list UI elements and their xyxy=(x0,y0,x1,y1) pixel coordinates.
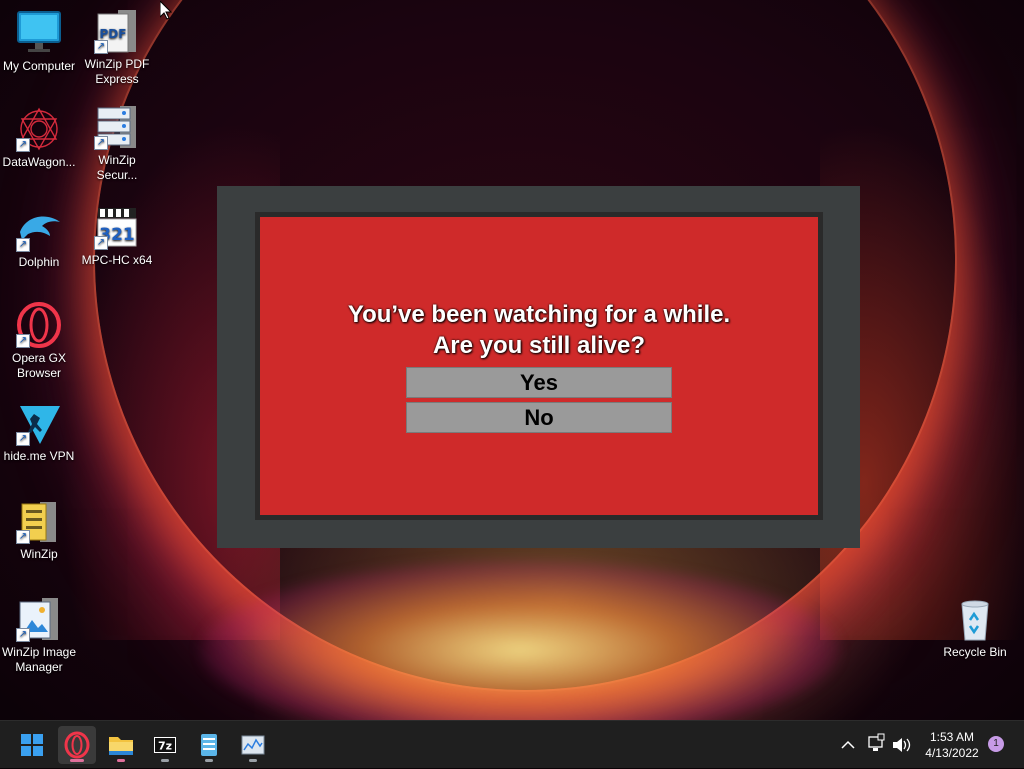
desktop-icon-label: MPC-HC x64 xyxy=(81,253,153,267)
windows-start-icon xyxy=(21,734,43,756)
desktop-icon-label: DataWagon... xyxy=(2,155,76,169)
clock-time: 1:53 AM xyxy=(929,730,975,744)
active-indicator xyxy=(70,759,84,762)
desktop-icon-opera-gx[interactable]: ↗ Opera GX Browser xyxy=(0,302,78,381)
image-manager-icon: ↗ xyxy=(16,596,62,642)
taskbar-clock[interactable]: 1:53 AM 4/13/2022 xyxy=(912,729,992,761)
shortcut-arrow-icon: ↗ xyxy=(94,40,108,54)
desktop-icon-datawagon[interactable]: ↗ DataWagon... xyxy=(0,106,78,170)
taskbar-performance-monitor[interactable] xyxy=(234,726,272,764)
opera-gx-icon: ↗ xyxy=(16,302,62,348)
desktop-icon-label: WinZip xyxy=(20,547,58,561)
running-indicator xyxy=(205,759,213,762)
chevron-up-icon[interactable] xyxy=(838,721,858,769)
shortcut-arrow-icon: ↗ xyxy=(16,238,30,252)
taskbar-7zip[interactable]: 7z xyxy=(146,726,184,764)
desktop-icon-recycle-bin[interactable]: Recycle Bin xyxy=(936,596,1014,660)
desktop-icon-winzip-image[interactable]: ↗ WinZip Image Manager xyxy=(0,596,78,675)
desktop-icon-winzip[interactable]: ↗ WinZip xyxy=(0,498,78,562)
desktop-icon-dolphin[interactable]: ↗ Dolphin xyxy=(0,206,78,270)
desktop-icon-label: Recycle Bin xyxy=(943,645,1007,659)
shortcut-arrow-icon: ↗ xyxy=(16,334,30,348)
dialog-message-line2: Are you still alive? xyxy=(432,332,646,359)
desktop-icon-label: Opera GX Browser xyxy=(11,351,67,380)
desktop-icon-label: WinZip Secur... xyxy=(96,153,138,182)
dolphin-icon: ↗ xyxy=(16,206,62,252)
shortcut-arrow-icon: ↗ xyxy=(16,530,30,544)
mpc-hc-icon: 321 ↗ xyxy=(94,204,140,250)
taskbar-notepad[interactable] xyxy=(190,726,228,764)
dialog-message: You’ve been watching for a while. Are yo… xyxy=(260,299,818,361)
desktop-icon-my-computer[interactable]: My Computer xyxy=(0,10,78,74)
shortcut-arrow-icon: ↗ xyxy=(16,138,30,152)
svg-text:PDF: PDF xyxy=(100,27,127,41)
network-icon[interactable] xyxy=(866,721,886,769)
shortcut-arrow-icon: ↗ xyxy=(16,432,30,446)
notification-badge[interactable]: 1 xyxy=(988,736,1004,752)
shortcut-arrow-icon: ↗ xyxy=(16,628,30,642)
taskbar: 7z 1:53 AM 4/13/2022 xyxy=(0,720,1024,768)
monitor-icon xyxy=(16,10,62,56)
yes-button[interactable]: Yes xyxy=(406,367,672,398)
start-button[interactable] xyxy=(13,726,51,764)
volume-icon[interactable] xyxy=(890,721,912,769)
desktop-icon-label: Dolphin xyxy=(18,255,60,269)
desktop-icon-label: WinZip PDF Express xyxy=(84,57,150,86)
desktop-icon-winzip-secure[interactable]: ↗ WinZip Secur... xyxy=(78,104,156,183)
hideme-vpn-icon: ↗ xyxy=(16,400,62,446)
datawagon-logo-icon: ↗ xyxy=(16,106,62,152)
dialog-message-line1: You’ve been watching for a while. xyxy=(347,301,731,328)
desktop-icon-winzip-pdf[interactable]: PDF ↗ WinZip PDF Express xyxy=(78,8,156,87)
dialog-panel: You’ve been watching for a while. Are yo… xyxy=(255,212,823,520)
desktop-icon-label: hide.me VPN xyxy=(3,449,75,463)
taskbar-opera-gx[interactable] xyxy=(58,726,96,764)
running-indicator xyxy=(161,759,169,762)
no-button[interactable]: No xyxy=(406,402,672,433)
server-stack-icon: ↗ xyxy=(94,104,140,150)
desktop-icon-hideme[interactable]: ↗ hide.me VPN xyxy=(0,400,78,464)
recycle-bin-icon xyxy=(952,596,998,642)
shortcut-arrow-icon: ↗ xyxy=(94,236,108,250)
running-indicator xyxy=(117,759,125,762)
mouse-cursor-icon xyxy=(160,1,172,20)
shortcut-arrow-icon: ↗ xyxy=(94,136,108,150)
running-indicator xyxy=(249,759,257,762)
still-watching-dialog: You’ve been watching for a while. Are yo… xyxy=(217,186,860,548)
winzip-icon: ↗ xyxy=(16,498,62,544)
clock-date: 4/13/2022 xyxy=(925,746,979,760)
taskbar-file-explorer[interactable] xyxy=(102,726,140,764)
desktop-icon-mpc-hc[interactable]: 321 ↗ MPC-HC x64 xyxy=(78,204,156,268)
svg-text:7z: 7z xyxy=(158,740,172,753)
desktop-icon-label: WinZip Image Manager xyxy=(1,645,77,674)
pdf-document-icon: PDF ↗ xyxy=(94,8,140,54)
desktop-icon-label: My Computer xyxy=(2,59,76,73)
